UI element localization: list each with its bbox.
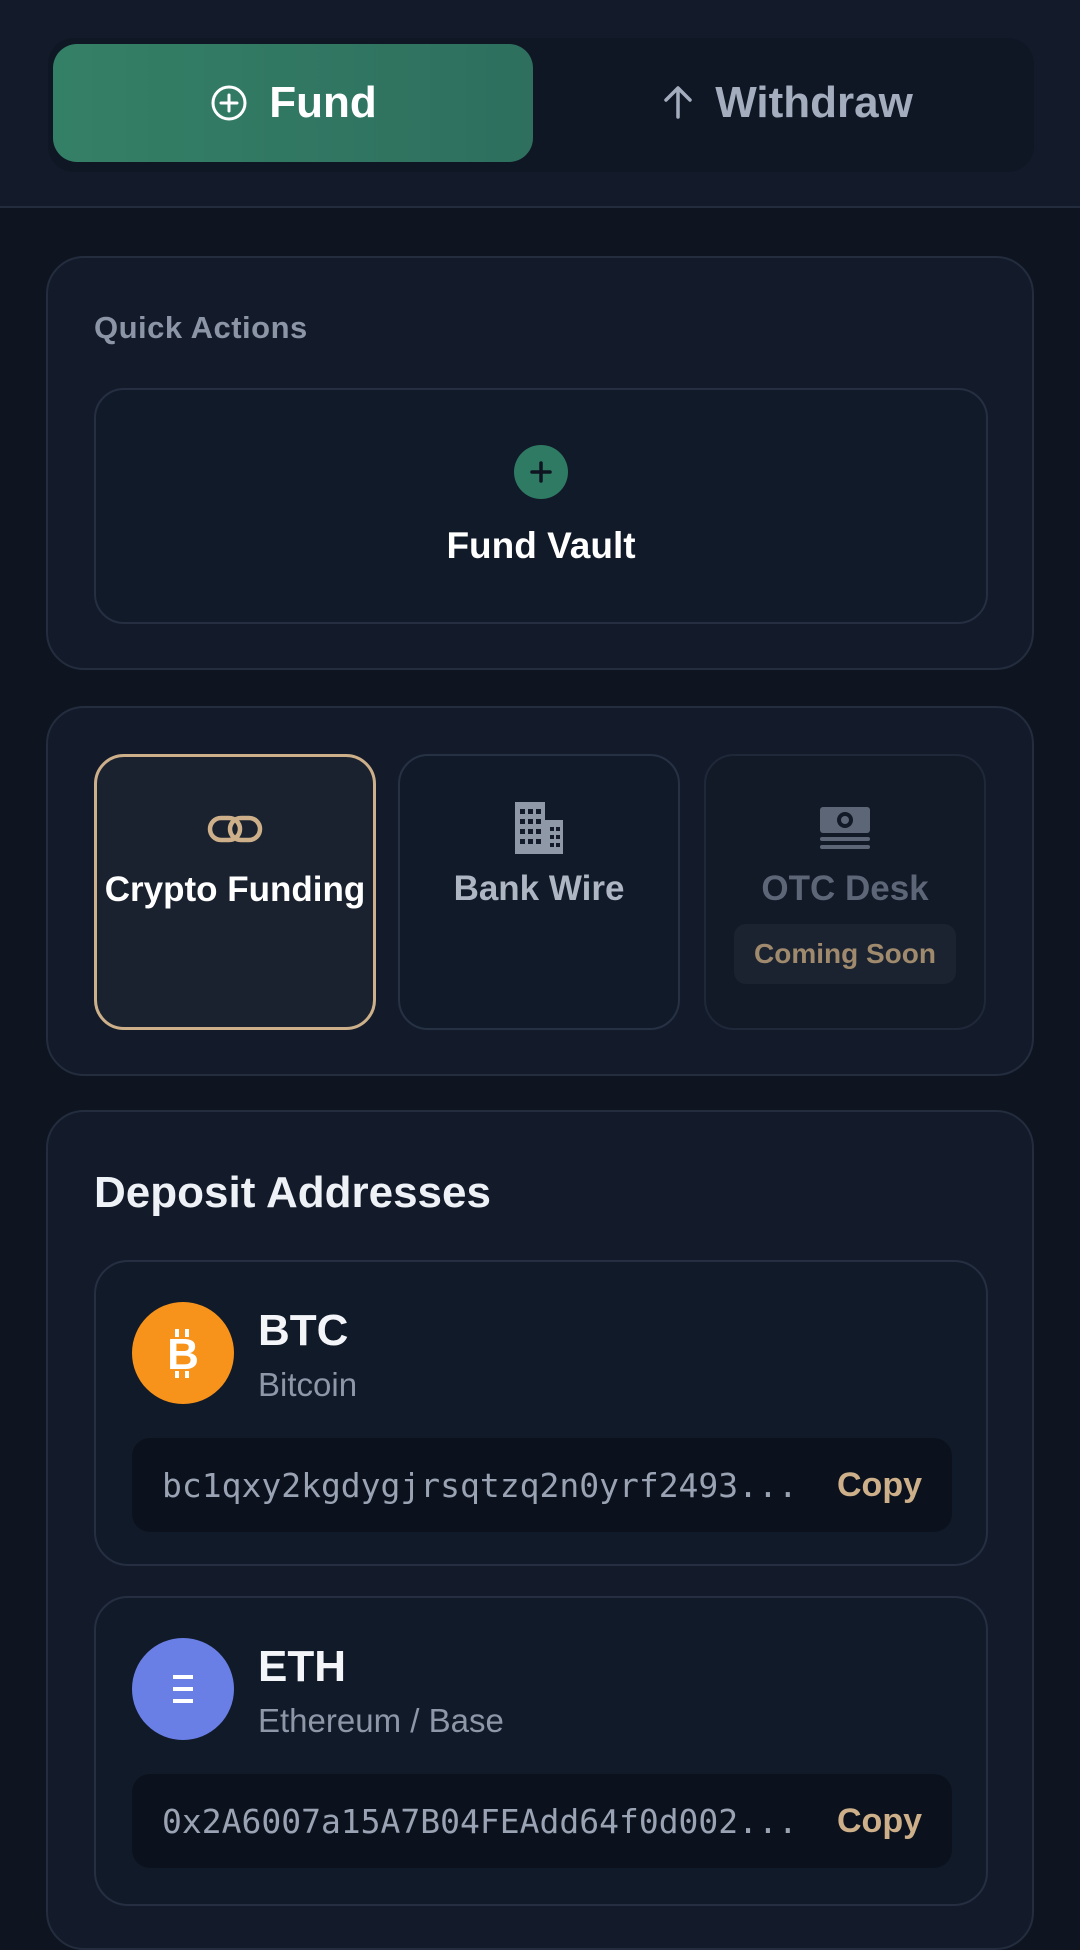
method-otc-desk: OTC Desk Coming Soon [704, 754, 986, 1030]
deposit-addresses-card: Deposit Addresses B BTC Bitcoin bc1qxy2k… [46, 1110, 1034, 1950]
cash-icon [816, 800, 874, 856]
address-card-eth: ETH Ethereum / Base 0x2A6007a15A7B04FEAd… [94, 1596, 988, 1906]
building-icon [513, 800, 565, 856]
ethereum-icon [132, 1638, 234, 1740]
method-bank-label: Bank Wire [453, 869, 625, 908]
fund-withdraw-toggle: Fund Withdraw [48, 38, 1034, 172]
address-card-btc: B BTC Bitcoin bc1qxy2kgdygjrsqtzq2n0yrf2… [94, 1260, 988, 1566]
quick-actions-title: Quick Actions [94, 310, 308, 345]
address-box: 0x2A6007a15A7B04FEAdd64f0d002... Copy [132, 1774, 952, 1868]
arrow-up-icon [661, 83, 695, 123]
header: Fund Withdraw [0, 0, 1080, 208]
tab-fund[interactable]: Fund [53, 44, 533, 162]
deposit-addresses-title: Deposit Addresses [94, 1168, 491, 1217]
coin-symbol: BTC [258, 1306, 349, 1355]
quick-actions-card: Quick Actions Fund Vault [46, 256, 1034, 670]
funding-methods-card: Crypto Funding Bank Wire OTC Desk Coming… [46, 706, 1034, 1076]
method-otc-label: OTC Desk [761, 869, 929, 908]
plus-icon [514, 445, 568, 499]
coin-name: Ethereum / Base [258, 1702, 504, 1739]
copy-button[interactable]: Copy [837, 1802, 922, 1841]
link-icon [207, 801, 263, 857]
method-crypto-label: Crypto Funding [104, 870, 366, 909]
tab-fund-label: Fund [269, 78, 377, 127]
plus-circle-icon [209, 83, 249, 123]
svg-text:B: B [167, 1330, 199, 1379]
fund-vault-button[interactable]: Fund Vault [94, 388, 988, 624]
tab-withdraw[interactable]: Withdraw [546, 44, 1028, 162]
coin-name: Bitcoin [258, 1366, 358, 1403]
deposit-address-text[interactable]: 0x2A6007a15A7B04FEAdd64f0d002... [162, 1802, 815, 1841]
method-crypto-funding[interactable]: Crypto Funding [94, 754, 376, 1030]
address-box: bc1qxy2kgdygjrsqtzq2n0yrf2493... Copy [132, 1438, 952, 1532]
coming-soon-badge: Coming Soon [734, 924, 956, 984]
copy-button[interactable]: Copy [837, 1466, 922, 1505]
fund-vault-label: Fund Vault [446, 525, 636, 566]
tab-withdraw-label: Withdraw [715, 78, 913, 127]
method-bank-wire[interactable]: Bank Wire [398, 754, 680, 1030]
coin-symbol: ETH [258, 1642, 346, 1691]
deposit-address-text[interactable]: bc1qxy2kgdygjrsqtzq2n0yrf2493... [162, 1466, 815, 1505]
bitcoin-icon: B [132, 1302, 234, 1404]
